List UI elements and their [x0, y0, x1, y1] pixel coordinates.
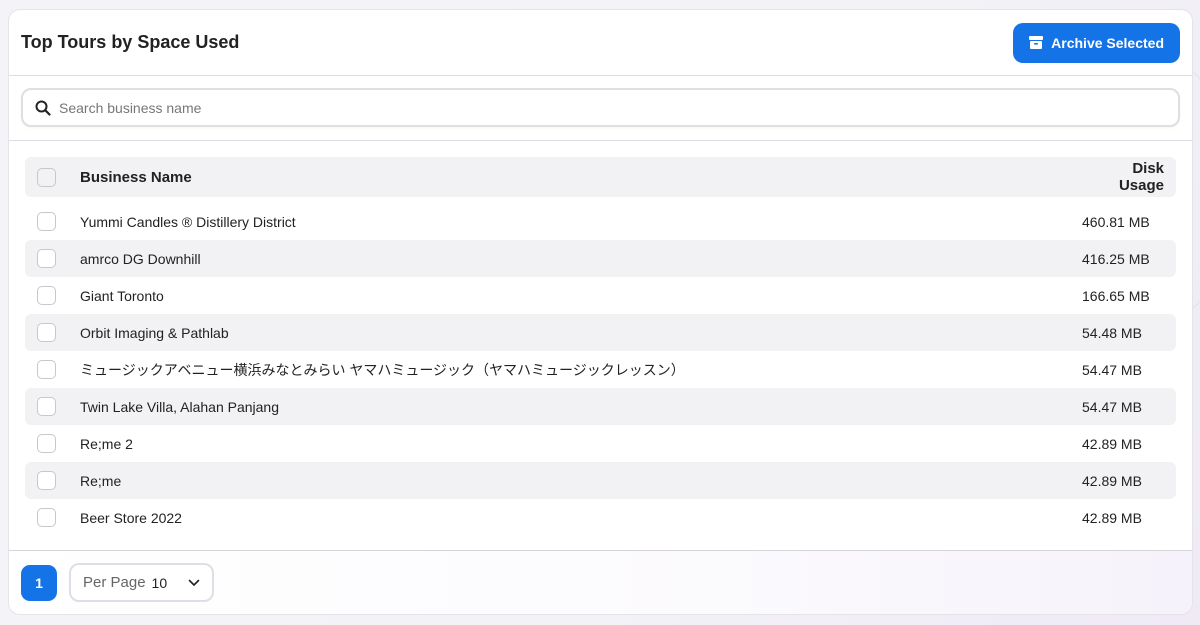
tours-table: Business Name Disk Usage Yummi Candles ®… — [9, 141, 1192, 552]
disk-usage-cell: 42.89 MB — [1082, 472, 1142, 489]
table-body: Yummi Candles ® Distillery District 460.… — [25, 203, 1176, 536]
per-page-label: Per Page — [83, 574, 146, 591]
table-row: Beer Store 2022 42.89 MB — [25, 499, 1176, 536]
card-title: Top Tours by Space Used — [21, 32, 240, 52]
pagination-footer: 1 Per Page 10 — [9, 550, 1192, 614]
row-checkbox[interactable] — [37, 360, 56, 379]
table-row: ミュージックアベニュー横浜みなとみらい ヤマハミュージック（ヤマハミュージックレ… — [25, 351, 1176, 388]
top-tours-card: Top Tours by Space Used Archive Selected… — [8, 9, 1193, 615]
business-name-cell: Orbit Imaging & Pathlab — [80, 324, 229, 341]
table-row: Re;me 42.89 MB — [25, 462, 1176, 499]
business-name-cell: Re;me 2 — [80, 435, 133, 452]
row-checkbox[interactable] — [37, 249, 56, 268]
table-row: Yummi Candles ® Distillery District 460.… — [25, 203, 1176, 240]
table-row: Re;me 2 42.89 MB — [25, 425, 1176, 462]
disk-usage-cell: 42.89 MB — [1082, 435, 1142, 452]
row-checkbox[interactable] — [37, 397, 56, 416]
table-row: Twin Lake Villa, Alahan Panjang 54.47 MB — [25, 388, 1176, 425]
disk-usage-cell: 54.48 MB — [1082, 324, 1142, 341]
row-checkbox[interactable] — [37, 323, 56, 342]
business-name-cell: Twin Lake Villa, Alahan Panjang — [80, 398, 279, 415]
disk-usage-cell: 416.25 MB — [1082, 250, 1150, 267]
disk-usage-cell: 460.81 MB — [1082, 213, 1150, 230]
table-row: amrco DG Downhill 416.25 MB — [25, 240, 1176, 277]
column-header-business-name[interactable]: Business Name — [80, 169, 1084, 186]
page-button-current[interactable]: 1 — [21, 564, 57, 601]
row-checkbox[interactable] — [37, 434, 56, 453]
business-name-cell: Re;me — [80, 472, 122, 489]
disk-usage-cell: 166.65 MB — [1082, 287, 1150, 304]
table-row: Orbit Imaging & Pathlab 54.48 MB — [25, 314, 1176, 351]
table-header: Business Name Disk Usage — [25, 157, 1176, 197]
business-name-cell: ミュージックアベニュー横浜みなとみらい ヤマハミュージック（ヤマハミュージックレ… — [80, 361, 685, 378]
row-checkbox[interactable] — [37, 508, 56, 527]
chevron-down-icon — [188, 579, 200, 586]
column-header-disk-usage[interactable]: Disk Usage — [1084, 160, 1164, 194]
disk-usage-cell: 54.47 MB — [1082, 398, 1142, 415]
row-checkbox[interactable] — [37, 471, 56, 490]
archive-icon — [1029, 36, 1044, 49]
row-checkbox[interactable] — [37, 212, 56, 231]
disk-usage-cell: 54.47 MB — [1082, 361, 1142, 378]
select-all-checkbox[interactable] — [37, 167, 56, 187]
archive-selected-label: Archive Selected — [1051, 34, 1164, 51]
row-checkbox[interactable] — [37, 286, 56, 305]
card-header: Top Tours by Space Used Archive Selected — [9, 10, 1192, 76]
per-page-select[interactable]: Per Page 10 — [69, 563, 214, 602]
business-name-cell: Beer Store 2022 — [80, 509, 182, 526]
table-row: Giant Toronto 166.65 MB — [25, 277, 1176, 314]
business-name-cell: amrco DG Downhill — [80, 250, 201, 267]
archive-selected-button[interactable]: Archive Selected — [1013, 22, 1180, 63]
search-icon — [35, 100, 51, 116]
search-box[interactable] — [21, 88, 1180, 127]
per-page-value: 10 — [151, 574, 168, 591]
disk-usage-cell: 42.89 MB — [1082, 509, 1142, 526]
search-section — [9, 76, 1192, 141]
business-name-cell: Giant Toronto — [80, 287, 164, 304]
business-name-cell: Yummi Candles ® Distillery District — [80, 213, 296, 230]
search-input[interactable] — [59, 99, 1166, 116]
